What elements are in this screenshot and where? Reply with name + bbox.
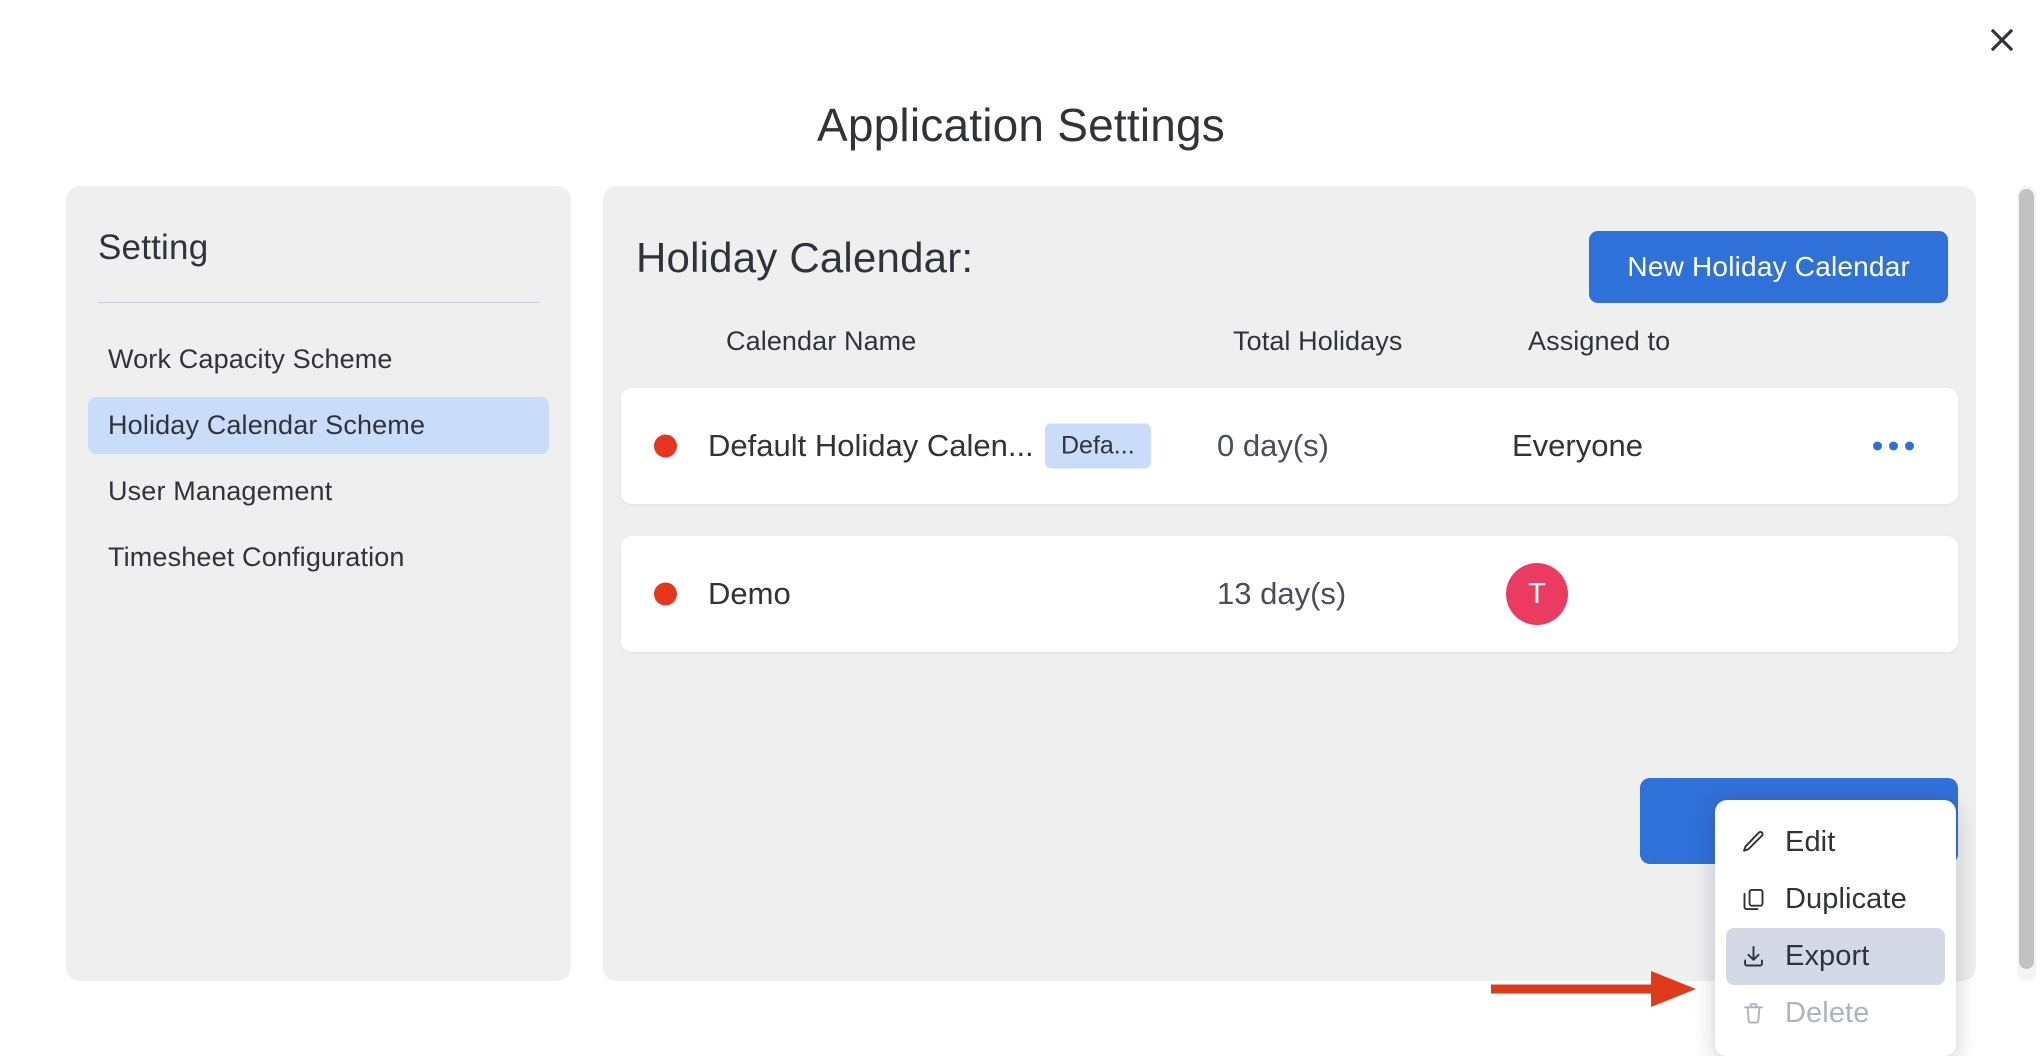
copy-icon [1740, 886, 1767, 913]
scrollbar-track[interactable] [2017, 186, 2036, 981]
calendar-name-cell: Demo [708, 576, 791, 611]
download-icon [1740, 943, 1767, 970]
assigned-to-cell: Everyone [1512, 428, 1643, 463]
menu-item-export[interactable]: Export [1726, 928, 1945, 985]
scrollbar-thumb[interactable] [2019, 189, 2034, 969]
page-title: Application Settings [816, 99, 1226, 151]
sidebar-item-user-management[interactable]: User Management [88, 463, 549, 520]
more-horizontal-icon[interactable] [1865, 434, 1922, 459]
settings-sidebar: Setting Work Capacity Scheme Holiday Cal… [66, 186, 571, 981]
sidebar-nav: Work Capacity Scheme Holiday Calendar Sc… [66, 331, 571, 586]
menu-item-delete: Delete [1726, 985, 1945, 1042]
close-window-button[interactable] [1980, 18, 2024, 62]
status-dot-icon [654, 434, 677, 458]
section-title: Holiday Calendar: [636, 234, 974, 281]
table-row[interactable]: Demo 13 day(s) T [621, 536, 1958, 652]
sidebar-item-holiday-calendar-scheme[interactable]: Holiday Calendar Scheme [88, 397, 549, 454]
trash-icon [1740, 1000, 1767, 1027]
avatar: T [1506, 563, 1568, 625]
close-icon [1989, 27, 2015, 53]
menu-item-duplicate[interactable]: Duplicate [1726, 871, 1945, 928]
status-badge: Defa... [1045, 423, 1151, 469]
sidebar-heading: Setting [98, 228, 209, 267]
total-holidays-cell: 13 day(s) [1217, 576, 1347, 611]
menu-item-label: Delete [1785, 997, 1870, 1029]
menu-item-label: Edit [1785, 826, 1836, 858]
sidebar-item-work-capacity-scheme[interactable]: Work Capacity Scheme [88, 331, 549, 388]
menu-item-label: Duplicate [1785, 883, 1907, 915]
row-context-menu: Edit Duplicate Export Delete [1715, 800, 1956, 1056]
table-row[interactable]: Default Holiday Calen... Defa... 0 day(s… [621, 388, 1958, 504]
table-header-row: Calendar Name Total Holidays Assigned to [603, 316, 1976, 388]
calendar-name-cell: Default Holiday Calen... [708, 428, 1034, 463]
panel-header: Holiday Calendar: New Holiday Calendar [603, 186, 1976, 316]
settings-layout: Setting Work Capacity Scheme Holiday Cal… [66, 186, 1976, 1056]
status-dot-icon [654, 582, 677, 606]
calendar-list: Default Holiday Calen... Defa... 0 day(s… [603, 388, 1976, 652]
new-holiday-calendar-button[interactable]: New Holiday Calendar [1589, 231, 1948, 303]
menu-item-label: Export [1785, 940, 1870, 972]
menu-item-edit[interactable]: Edit [1726, 814, 1945, 871]
column-header-total-holidays: Total Holidays [1233, 326, 1403, 356]
total-holidays-cell: 0 day(s) [1217, 428, 1329, 463]
pencil-icon [1740, 829, 1767, 856]
column-header-calendar-name: Calendar Name [726, 326, 917, 356]
column-header-assigned-to: Assigned to [1528, 326, 1671, 356]
sidebar-divider [98, 302, 539, 303]
sidebar-item-timesheet-configuration[interactable]: Timesheet Configuration [88, 529, 549, 586]
